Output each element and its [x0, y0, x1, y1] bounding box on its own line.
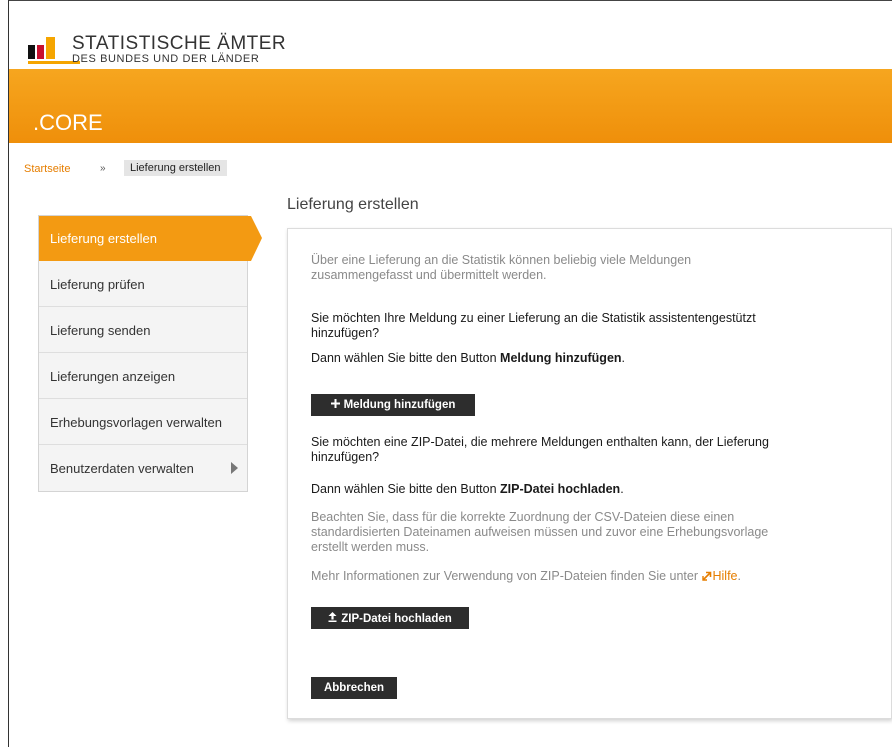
more-info-prefix: Mehr Informationen zur Verwendung von ZI… [311, 569, 702, 583]
sidebar-item-erhebungsvorlagen[interactable]: Erhebungsvorlagen verwalten [39, 400, 247, 445]
question-1-line-1: Sie möchten Ihre Meldung zu einer Liefer… [311, 311, 756, 325]
plus-icon [330, 399, 340, 411]
sidebar-nav: Lieferung erstellen Lieferung prüfen Lie… [38, 215, 262, 492]
upload-icon [328, 611, 337, 625]
instruction-1-bold: Meldung hinzufügen [500, 351, 622, 365]
chevron-right-icon [231, 462, 238, 474]
question-zip-upload: Sie möchten eine ZIP-Datei, die mehrere … [311, 435, 871, 465]
instruction-2-bold: ZIP-Datei hochladen [500, 482, 621, 496]
add-report-button-label: Meldung hinzufügen [343, 399, 456, 411]
instruction-2-suffix: . [620, 482, 624, 496]
content-panel: Über eine Lieferung an die Statistik kön… [287, 228, 892, 719]
question-add-report: Sie möchten Ihre Meldung zu einer Liefer… [311, 311, 871, 341]
zip-upload-button[interactable]: ZIP-Datei hochladen [311, 607, 469, 629]
intro-text: Über eine Lieferung an die Statistik kön… [311, 253, 871, 283]
logo-subtitle: DES BUNDES UND DER LÄNDER [72, 53, 260, 65]
sidebar-item-lieferung-senden[interactable]: Lieferung senden [39, 308, 247, 353]
sidebar-item-label: Lieferung senden [50, 323, 151, 338]
note-line-3: erstellt werden muss. [311, 540, 430, 554]
sidebar-item-lieferung-pruefen[interactable]: Lieferung prüfen [39, 262, 247, 307]
instruction-zip-upload: Dann wählen Sie bitte den Button ZIP-Dat… [311, 482, 871, 497]
help-link-label: Hilfe [712, 569, 738, 583]
instruction-2-prefix: Dann wählen Sie bitte den Button [311, 482, 501, 496]
breadcrumb-current: Lieferung erstellen [124, 160, 227, 176]
note-line-2: standardisierten Dateinamen aufweisen mü… [311, 525, 769, 539]
csv-naming-note: Beachten Sie, dass für die korrekte Zuor… [311, 510, 871, 555]
page-title: Lieferung erstellen [287, 196, 419, 213]
sidebar-item-label: Erhebungsvorlagen verwalten [50, 415, 222, 430]
external-link-icon [701, 570, 712, 581]
more-info-suffix: . [737, 569, 741, 583]
instruction-add-report: Dann wählen Sie bitte den Button Meldung… [311, 351, 871, 366]
window-border-top [8, 0, 892, 1]
note-line-1: Beachten Sie, dass für die korrekte Zuor… [311, 510, 735, 524]
breadcrumb-home-link[interactable]: Startseite [24, 163, 70, 175]
intro-line-1: Über eine Lieferung an die Statistik kön… [311, 253, 692, 267]
app-title: .CORE [33, 110, 103, 135]
instruction-1-prefix: Dann wählen Sie bitte den Button [311, 351, 501, 365]
more-info-text: Mehr Informationen zur Verwendung von ZI… [311, 569, 871, 584]
cancel-button[interactable]: Abbrechen [311, 677, 397, 699]
sidebar-item-label: Lieferung prüfen [50, 277, 145, 292]
breadcrumb-separator: » [100, 163, 106, 174]
sidebar-item-label: Lieferungen anzeigen [50, 369, 176, 384]
instruction-1-suffix: . [621, 351, 626, 365]
header-banner: .CORE [9, 69, 892, 143]
add-report-button[interactable]: Meldung hinzufügen [311, 394, 475, 416]
sidebar-item-label: Benutzerdaten verwalten [50, 461, 194, 476]
logo-bars-icon [28, 37, 62, 59]
question-1-line-2: hinzufügen? [311, 326, 380, 340]
question-2-line-2: hinzufügen? [311, 450, 380, 464]
sidebar-item-lieferungen-anzeigen[interactable]: Lieferungen anzeigen [39, 354, 247, 399]
help-link[interactable]: Hilfe [701, 569, 738, 583]
sidebar-item-lieferung-erstellen[interactable]: Lieferung erstellen [39, 216, 262, 261]
zip-upload-button-label: ZIP-Datei hochladen [341, 612, 452, 625]
sidebar-item-benutzerdaten[interactable]: Benutzerdaten verwalten [39, 446, 247, 491]
logo-title: STATISTISCHE ÄMTER [72, 33, 287, 54]
sidebar-item-label: Lieferung erstellen [50, 231, 157, 246]
intro-line-2: zusammengefasst und übermittelt werden. [311, 268, 547, 282]
question-2-line-1: Sie möchten eine ZIP-Datei, die mehrere … [311, 435, 769, 449]
